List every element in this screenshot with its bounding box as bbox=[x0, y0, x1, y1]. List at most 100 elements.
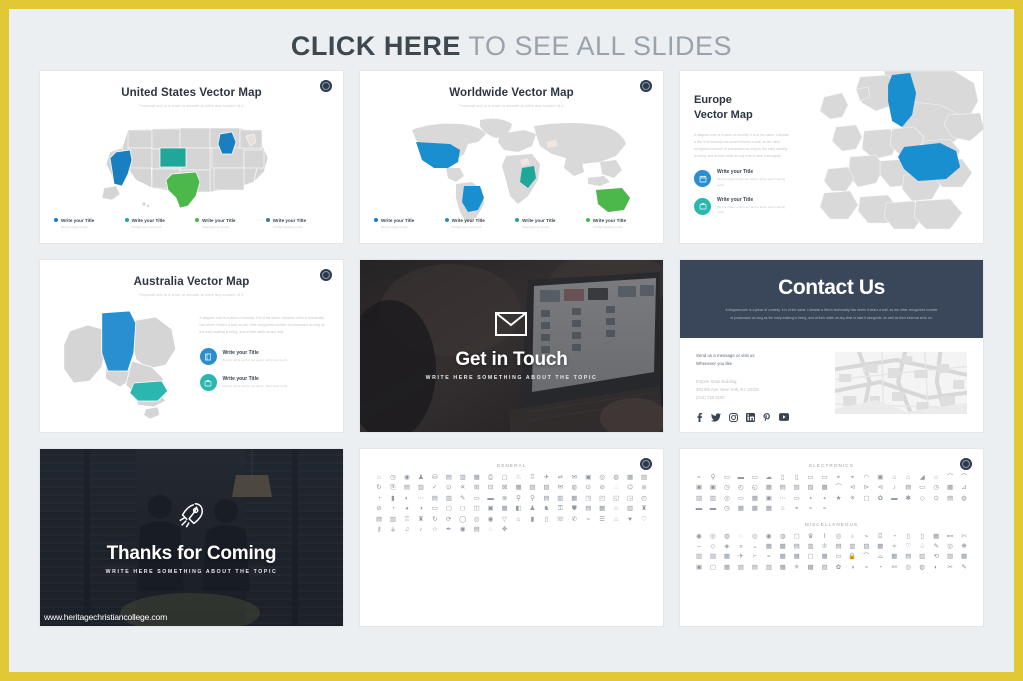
icon-glyph[interactable]: ★ bbox=[836, 495, 842, 502]
icon-glyph[interactable]: ◎ bbox=[474, 516, 480, 523]
icon-glyph[interactable]: ⋯ bbox=[779, 495, 785, 502]
icon-glyph[interactable]: ♜ bbox=[418, 516, 424, 523]
icon-glyph[interactable]: ▯ bbox=[920, 533, 924, 540]
icon-glyph[interactable]: ⊿ bbox=[961, 484, 966, 491]
icon-glyph[interactable]: ▨ bbox=[947, 554, 953, 561]
icon-glyph[interactable]: ▧ bbox=[529, 484, 535, 491]
icon-glyph[interactable]: ▩ bbox=[724, 554, 730, 561]
icon-glyph[interactable]: ◈ bbox=[724, 543, 729, 550]
icon-glyph[interactable]: ◎ bbox=[905, 564, 911, 571]
icon-glyph[interactable]: ◉ bbox=[488, 516, 494, 523]
icon-glyph[interactable]: ▩ bbox=[780, 554, 786, 561]
icon-glyph[interactable]: ▢ bbox=[794, 533, 800, 540]
icon-glyph[interactable]: ♖ bbox=[530, 474, 536, 481]
icon-glyph[interactable]: ⊙ bbox=[933, 495, 938, 502]
icon-glyph[interactable]: ⌄ bbox=[752, 543, 757, 550]
icon-glyph[interactable]: ◷ bbox=[933, 484, 939, 491]
icon-glyph[interactable]: ▦ bbox=[933, 533, 939, 540]
icon-glyph[interactable]: ▢ bbox=[863, 495, 869, 502]
icon-glyph[interactable]: ⊳ bbox=[864, 484, 869, 491]
icon-glyph[interactable]: ▦ bbox=[877, 543, 883, 550]
icon-glyph[interactable]: ✄ bbox=[961, 533, 966, 540]
icon-glyph[interactable]: ⌖ bbox=[851, 474, 855, 481]
icon-glyph[interactable]: ▣ bbox=[696, 564, 702, 571]
icon-glyph[interactable]: ▮ bbox=[531, 516, 535, 523]
icon-glyph[interactable]: ▦ bbox=[780, 564, 786, 571]
icon-glyph[interactable]: ◳ bbox=[585, 495, 591, 502]
icon-glyph[interactable]: ↻ bbox=[376, 484, 381, 491]
icon-glyph[interactable]: ◴ bbox=[641, 495, 647, 502]
icon-glyph[interactable]: ⎘ bbox=[390, 484, 395, 491]
youtube-icon[interactable] bbox=[779, 413, 789, 422]
icon-glyph[interactable]: ▣ bbox=[710, 484, 716, 491]
icon-glyph[interactable]: ⌂ bbox=[377, 474, 381, 481]
icon-glyph[interactable]: ▤ bbox=[474, 526, 480, 533]
icon-glyph[interactable]: ♡ bbox=[905, 543, 911, 550]
icon-glyph[interactable]: ⌂ bbox=[906, 474, 910, 481]
icon-glyph[interactable]: ◎ bbox=[599, 474, 605, 481]
icon-glyph[interactable]: ⚿ bbox=[558, 505, 563, 512]
icon-glyph[interactable]: ⟲ bbox=[933, 554, 938, 561]
icon-glyph[interactable]: ▥ bbox=[710, 495, 716, 502]
icon-glyph[interactable]: ◷ bbox=[724, 505, 730, 512]
icon-glyph[interactable]: ▦ bbox=[571, 495, 577, 502]
icon-glyph[interactable]: ✕ bbox=[460, 484, 465, 491]
icon-glyph[interactable]: ▩ bbox=[961, 554, 967, 561]
icon-glyph[interactable]: ▤ bbox=[432, 495, 438, 502]
icon-glyph[interactable]: ⌇ bbox=[823, 533, 826, 540]
icon-glyph[interactable]: ◕ bbox=[405, 505, 409, 512]
icon-glyph[interactable]: ☰ bbox=[599, 516, 605, 523]
icon-glyph[interactable]: ▣ bbox=[696, 484, 702, 491]
icon-glyph[interactable]: ▯ bbox=[781, 474, 785, 481]
icon-glyph[interactable]: ▭ bbox=[432, 505, 438, 512]
icon-glyph[interactable]: ▦ bbox=[738, 505, 744, 512]
instagram-icon[interactable] bbox=[729, 412, 738, 422]
icon-glyph[interactable]: ⊘ bbox=[599, 484, 604, 491]
icon-glyph[interactable]: ◉ bbox=[766, 533, 772, 540]
icon-glyph[interactable]: ↻ bbox=[432, 516, 437, 523]
icon-glyph[interactable]: ▨ bbox=[808, 484, 814, 491]
slide-thanks-for-coming[interactable]: Thanks for Coming WRITE HERE SOMETHING A… bbox=[40, 449, 343, 626]
icon-glyph[interactable]: ▥ bbox=[627, 505, 633, 512]
icon-glyph[interactable]: ◫ bbox=[474, 505, 480, 512]
contact-map[interactable] bbox=[834, 352, 967, 414]
icon-glyph[interactable]: ▦ bbox=[599, 505, 605, 512]
icon-glyph[interactable]: ⊲ bbox=[878, 484, 883, 491]
icon-glyph[interactable]: ⌖ bbox=[837, 474, 841, 481]
icon-glyph[interactable]: ▦ bbox=[794, 554, 800, 561]
icon-glyph[interactable]: ⌂ bbox=[892, 474, 896, 481]
pinterest-icon[interactable] bbox=[763, 412, 771, 422]
icon-glyph[interactable]: ◰ bbox=[599, 495, 605, 502]
icon-glyph[interactable]: ◔ bbox=[377, 495, 381, 502]
icon-glyph[interactable]: ⊟ bbox=[488, 484, 493, 491]
icon-glyph[interactable]: ⌁ bbox=[767, 554, 771, 561]
icon-glyph[interactable]: ✎ bbox=[933, 543, 938, 550]
icon-glyph[interactable]: ♤ bbox=[919, 543, 925, 550]
slide-europe-map[interactable]: Europe Vector Map A diagram note is a pi… bbox=[680, 71, 983, 243]
icon-glyph[interactable]: ◔ bbox=[892, 533, 896, 540]
icon-glyph[interactable]: ▩ bbox=[808, 564, 814, 571]
feature-item[interactable]: Write your Title Bicycle rights tumblr r… bbox=[199, 374, 329, 392]
icon-glyph[interactable]: ◔ bbox=[878, 564, 882, 571]
icon-glyph[interactable]: ⌒ bbox=[947, 474, 953, 481]
icon-glyph[interactable]: ✂ bbox=[947, 564, 952, 571]
icon-glyph[interactable]: ♞ bbox=[544, 505, 550, 512]
slide-australia-map[interactable]: Australia Vector Map Proposal one is a s… bbox=[40, 260, 343, 432]
icon-glyph[interactable]: ▢ bbox=[710, 564, 716, 571]
icon-glyph[interactable]: ▪ bbox=[823, 495, 825, 502]
icon-glyph[interactable]: 🔒 bbox=[848, 554, 856, 561]
gear-icon[interactable] bbox=[320, 269, 332, 281]
icon-glyph[interactable]: ⎙ bbox=[488, 474, 493, 481]
icon-glyph[interactable]: ▤ bbox=[794, 543, 800, 550]
icon-glyph[interactable]: ✈ bbox=[738, 554, 743, 561]
icon-glyph[interactable]: ♘ bbox=[516, 474, 522, 481]
icon-glyph[interactable]: ◔ bbox=[391, 505, 395, 512]
icon-glyph[interactable]: ▬ bbox=[891, 495, 897, 502]
icon-glyph[interactable]: ▦ bbox=[752, 495, 758, 502]
slide-icons-electronics[interactable]: ELECTRONICS ⌁ ⚲ ▭ ▬ ▭ ☁ ▯ ▯ ▭ ▭ ⌖ ⌖ ◠ ▣ ⌂ ⌂ ◢ ⌂ ⌒ ⌒ ▣ ▣ ◷ ◴ ◵ ▦ ▤ ▧… bbox=[680, 449, 983, 626]
icon-glyph[interactable]: ✳ bbox=[794, 564, 799, 571]
icon-glyph[interactable]: ✿ bbox=[836, 564, 841, 571]
icon-glyph[interactable]: ⊜ bbox=[641, 484, 646, 491]
icon-glyph[interactable]: ▬ bbox=[710, 505, 716, 512]
icon-glyph[interactable]: ⌂ bbox=[614, 505, 618, 512]
